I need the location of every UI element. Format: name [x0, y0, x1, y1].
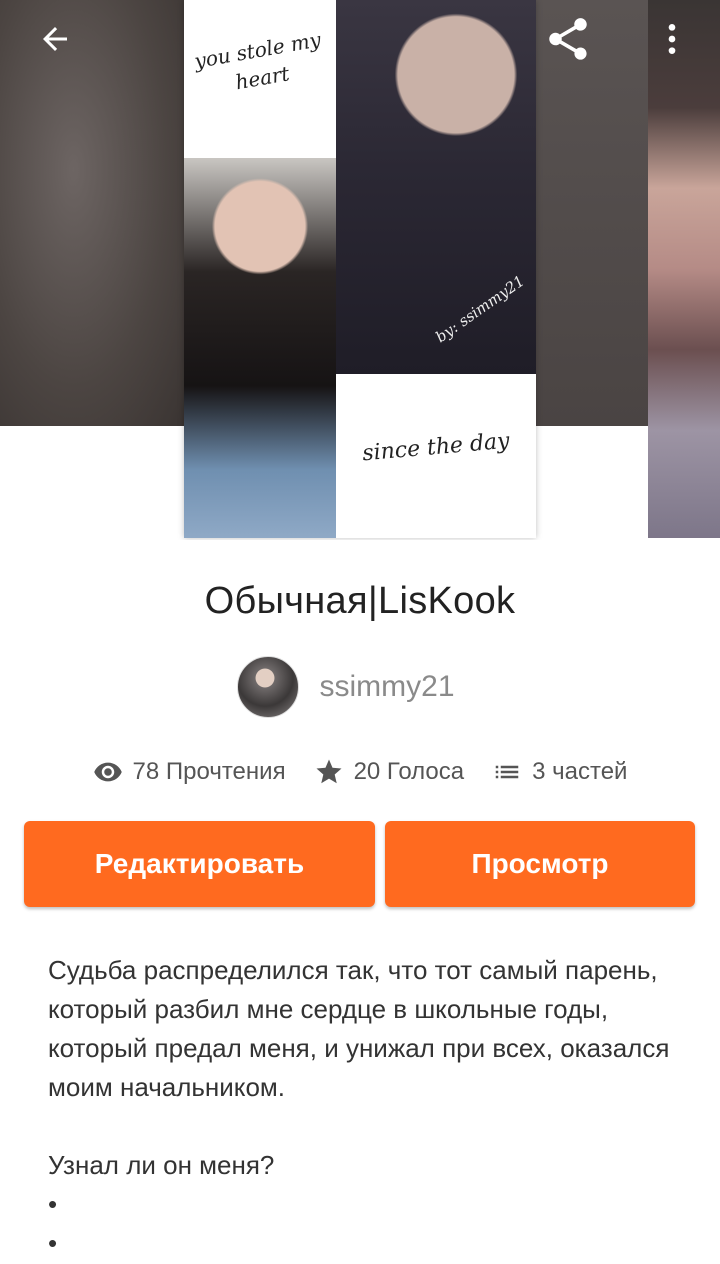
background-blur-left: [0, 0, 184, 426]
story-description: Судьба распределился так, что тот самый …: [48, 951, 688, 1263]
bullet-point: •: [48, 1228, 58, 1258]
votes-stat: 20 Голоса: [314, 757, 465, 787]
description-paragraph: Судьба распределился так, что тот самый …: [48, 955, 670, 1102]
author-name[interactable]: ssimmy21: [319, 670, 454, 704]
parts-stat[interactable]: 3 частей: [492, 757, 627, 787]
back-button[interactable]: [30, 14, 80, 64]
cover-photo-male: by: ssimmy21: [336, 0, 536, 374]
share-button[interactable]: [543, 14, 593, 64]
next-cover-preview[interactable]: [648, 0, 720, 538]
avatar[interactable]: [237, 656, 300, 718]
story-title: Обычная|LisKook: [204, 580, 516, 622]
reads-count: 78 Прочтения: [132, 758, 286, 785]
arrow-left-icon: [43, 27, 67, 51]
more-options-button[interactable]: [647, 14, 697, 64]
story-cover: you stole my heart by: ssimmy21 since th…: [184, 0, 536, 538]
description-paragraph: Узнал ли он меня?: [48, 1150, 275, 1180]
cover-text-bottom: since the day: [361, 428, 511, 467]
eye-icon: [93, 762, 122, 782]
star-icon: [316, 759, 342, 784]
cover-photo-female: [184, 158, 336, 538]
reads-stat: 78 Прочтения: [93, 757, 286, 787]
list-icon: [495, 765, 519, 779]
author-row[interactable]: ssimmy21: [0, 655, 720, 719]
cover-text-panel-bottom: since the day: [336, 374, 536, 538]
more-vertical-icon: [668, 24, 676, 54]
cover-text-panel-top: you stole my heart: [184, 0, 336, 158]
parts-count[interactable]: 3 частей: [532, 758, 627, 786]
cover-carousel[interactable]: you stole my heart by: ssimmy21 since th…: [0, 0, 720, 540]
edit-button[interactable]: Редактировать: [24, 821, 375, 907]
cover-text-top: you stole my heart: [192, 27, 323, 95]
bullet-point: •: [48, 1189, 58, 1219]
cover-credit: by: ssimmy21: [432, 271, 528, 347]
stats-row: 78 Прочтения 20 Голоса 3 частей: [0, 752, 720, 792]
votes-count: 20 Голоса: [353, 758, 465, 785]
share-icon: [549, 18, 587, 60]
view-button[interactable]: Просмотр: [385, 821, 695, 907]
